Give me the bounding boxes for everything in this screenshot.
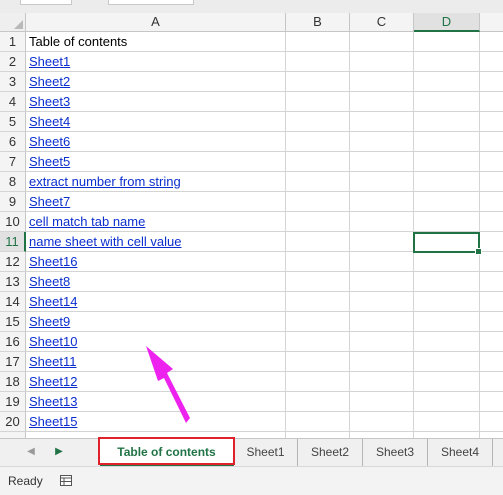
sheet-tab-sheet3[interactable]: Sheet3: [363, 439, 428, 466]
status-bar: Ready: [0, 466, 503, 495]
sheet-tab-table-of-contents[interactable]: Table of contents: [100, 439, 234, 466]
sheet-tab-sheet4[interactable]: Sheet4: [428, 439, 493, 466]
ribbon-tab-fragment: [20, 0, 72, 5]
triangle-right-icon[interactable]: ▶: [52, 445, 66, 459]
annotation-arrow: [146, 346, 190, 423]
sheet-tab-sheet2[interactable]: Sheet2: [298, 439, 363, 466]
status-ready-text: Ready: [8, 474, 43, 488]
sheet-tab-bar: ◀ ▶ Table of contents Sheet1 Sheet2 Shee…: [0, 438, 503, 466]
triangle-left-icon[interactable]: ◀: [24, 445, 38, 459]
sheet-tab-sheet1[interactable]: Sheet1: [234, 439, 298, 466]
ribbon-edge: [0, 0, 503, 13]
macro-record-icon[interactable]: [60, 475, 72, 486]
worksheet-grid[interactable]: A B C D 1 Table of contents 2 Sheet1 3 Sheet2…: [0, 13, 503, 438]
ribbon-tab-fragment: [108, 0, 194, 5]
